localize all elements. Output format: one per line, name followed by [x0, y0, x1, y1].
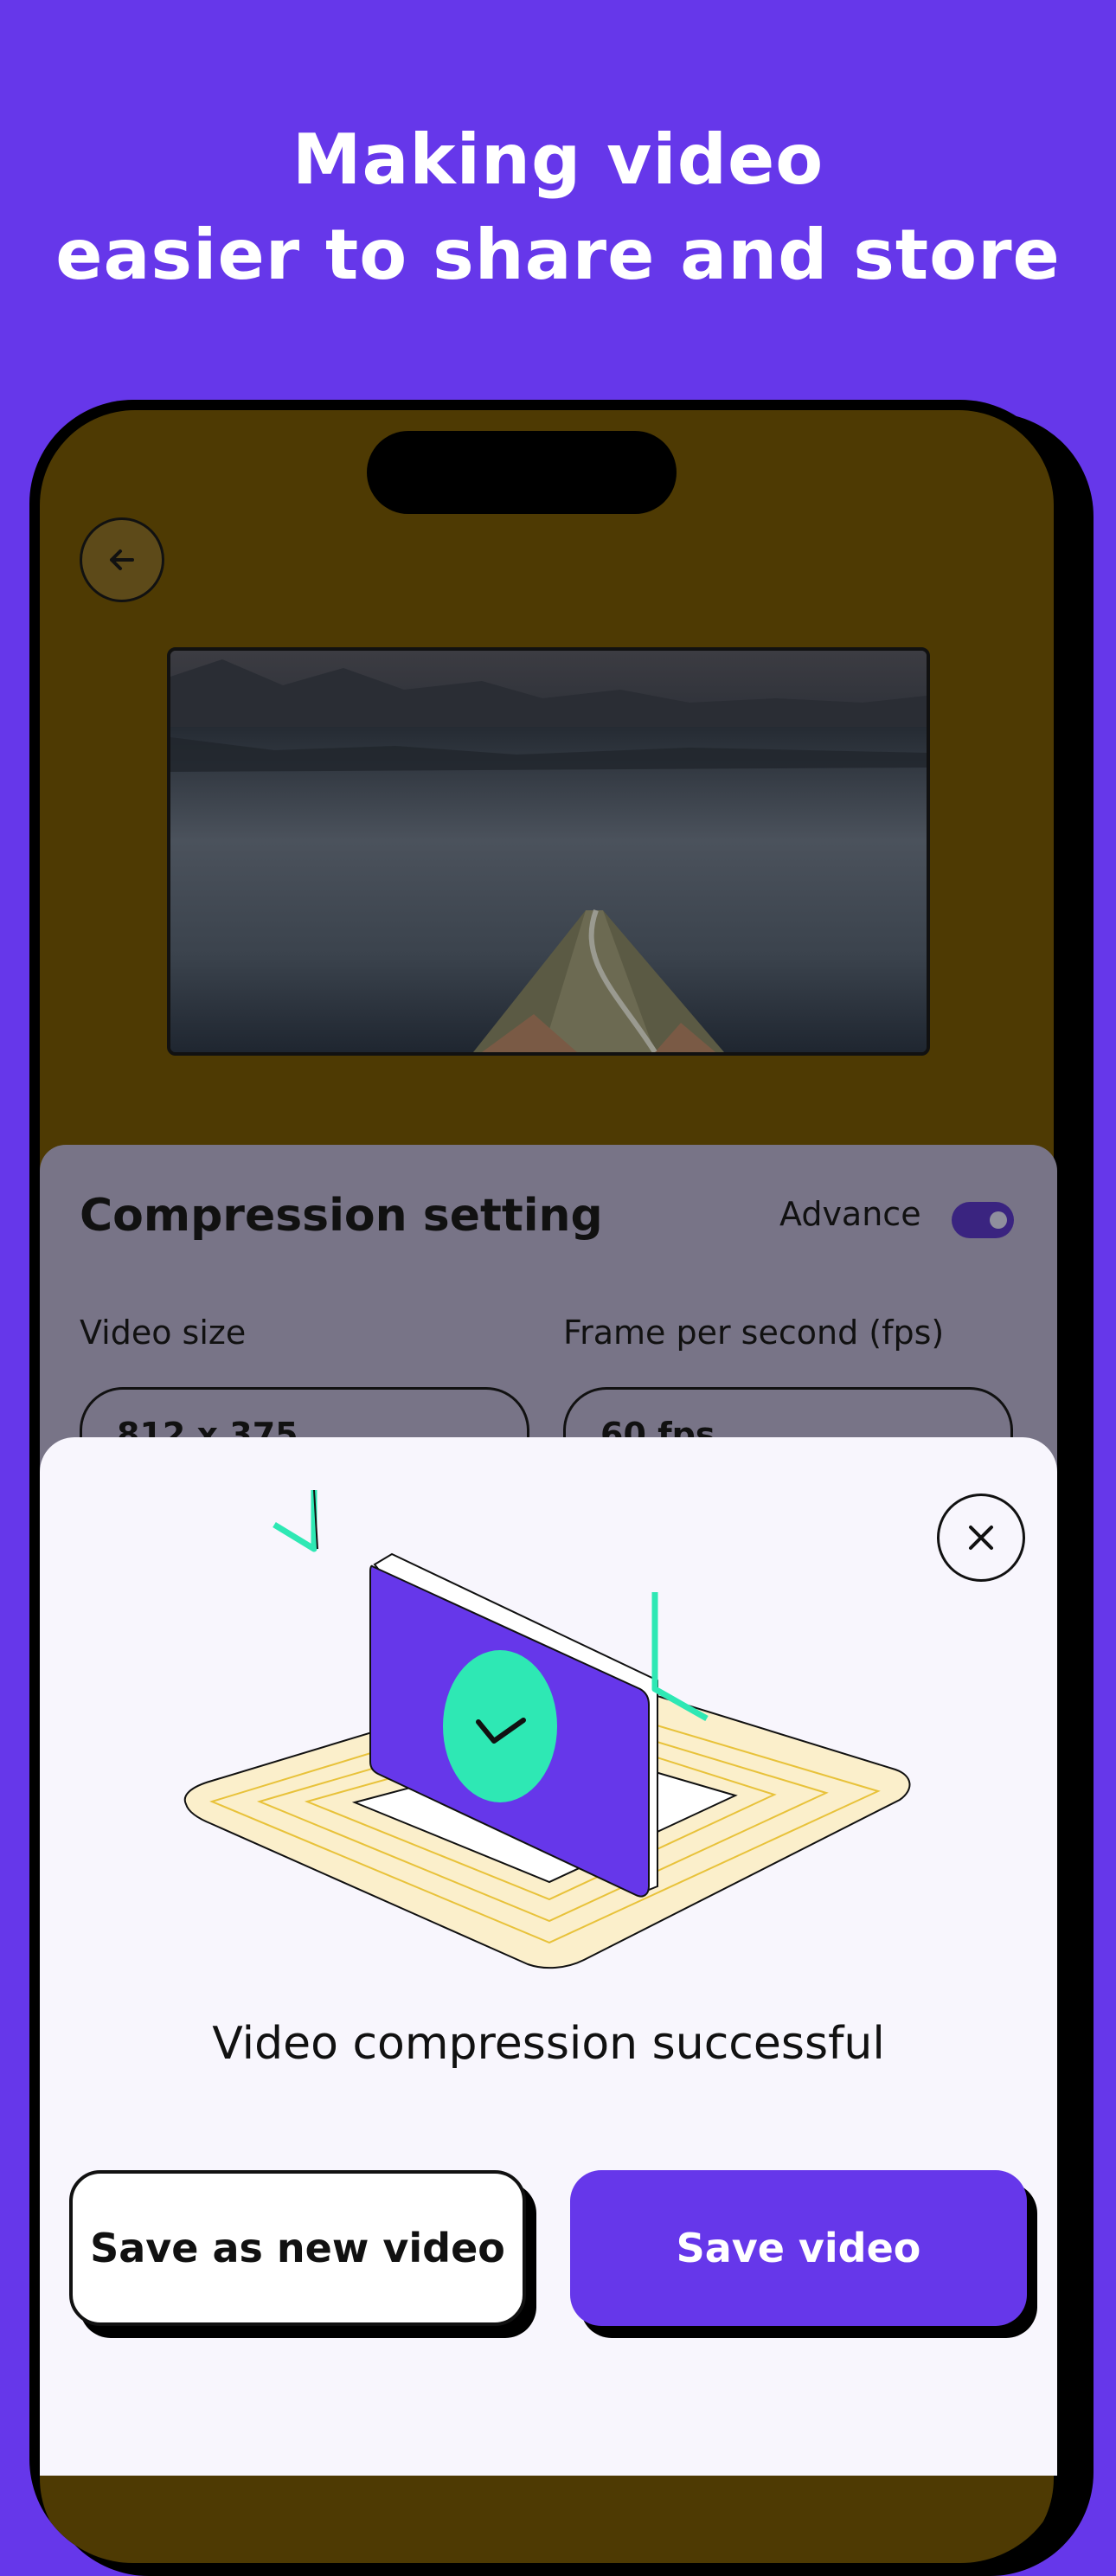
- fps-label: Frame per second (fps): [563, 1314, 945, 1352]
- advance-toggle[interactable]: [952, 1202, 1014, 1238]
- video-size-label: Video size: [80, 1314, 247, 1352]
- arrow-left-icon: [110, 549, 134, 570]
- video-thumbnail: [170, 651, 927, 1052]
- settings-title: Compression setting: [80, 1190, 603, 1242]
- headline-line-1: Making video: [292, 119, 824, 200]
- close-button[interactable]: [937, 1494, 1025, 1582]
- success-illustration: [183, 1489, 911, 1969]
- close-icon: [969, 1526, 993, 1550]
- dynamic-island: [367, 431, 677, 514]
- toggle-knob: [990, 1211, 1007, 1229]
- headline-line-2: easier to share and store: [55, 215, 1061, 295]
- video-preview[interactable]: [167, 647, 930, 1056]
- back-button[interactable]: [80, 517, 164, 602]
- success-message: Video compression successful: [212, 2018, 885, 2070]
- save-video-button[interactable]: Save video: [570, 2170, 1027, 2326]
- save-as-new-video-button[interactable]: Save as new video: [69, 2170, 526, 2326]
- headline: Making video easier to share and store: [0, 112, 1116, 303]
- advance-label: Advance: [779, 1195, 921, 1233]
